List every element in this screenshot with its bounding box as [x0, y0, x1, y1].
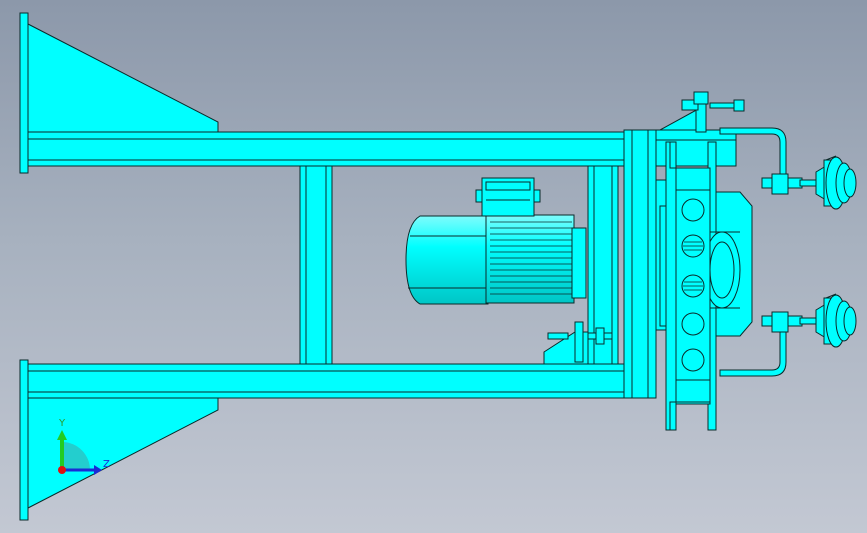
- top-gusset: [27, 23, 219, 133]
- column-hole-1: [681, 198, 705, 222]
- upper-pressure-gauge[interactable]: [761, 155, 857, 210]
- bottom-gusset: [27, 397, 219, 509]
- top-left-flange-plate: [19, 12, 29, 174]
- column-hole-4: [681, 312, 705, 336]
- motor-flange: [571, 227, 587, 299]
- top-beam: [27, 131, 627, 167]
- electric-motor[interactable]: [405, 177, 587, 305]
- mechanical-assembly-model[interactable]: Y Z: [0, 0, 867, 533]
- z-axis-label: Z: [103, 459, 110, 470]
- left-vertical-strut: [299, 165, 333, 365]
- cad-viewport[interactable]: Y Z: [0, 0, 867, 533]
- bottom-beam: [27, 363, 627, 399]
- x-axis-dot: [58, 466, 66, 474]
- column-side-plate-left: [665, 141, 677, 431]
- y-axis-label: Y: [58, 418, 66, 429]
- column-hole-5: [681, 348, 705, 372]
- motor-fan-cover: [405, 215, 489, 305]
- bottom-left-flange-plate: [19, 359, 29, 521]
- end-plate: [623, 129, 657, 399]
- lower-pressure-gauge[interactable]: [761, 293, 857, 348]
